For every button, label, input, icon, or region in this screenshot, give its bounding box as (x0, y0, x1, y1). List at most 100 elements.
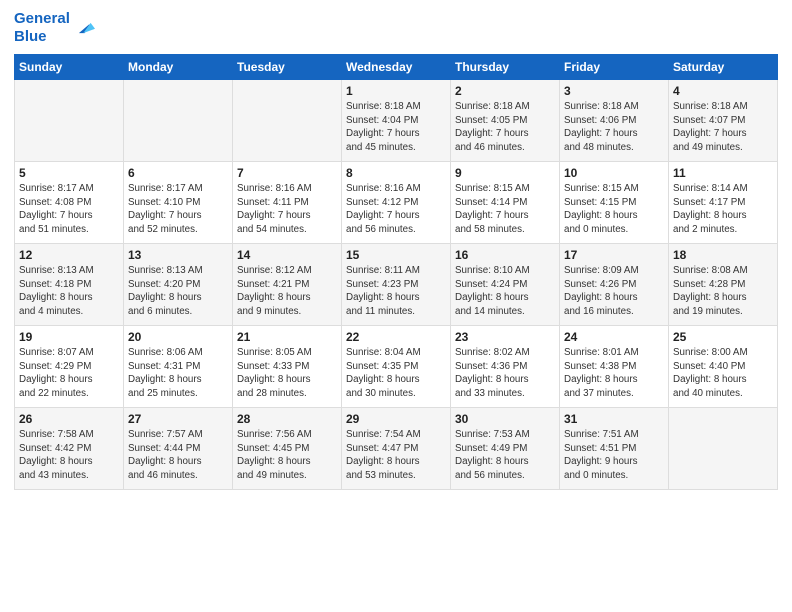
day-info: Sunrise: 8:08 AM Sunset: 4:28 PM Dayligh… (673, 264, 773, 319)
calendar-cell: 1Sunrise: 8:18 AM Sunset: 4:04 PM Daylig… (342, 80, 451, 162)
calendar-cell: 18 Sunrise: 8:08 AM Sunset: 4:28 PM Dayli… (669, 244, 778, 326)
calendar-cell: 27 Sunrise: 7:57 AM Sunset: 4:44 PM Dayli… (124, 408, 233, 490)
day-info: Sunrise: 8:13 AM Sunset: 4:18 PM Dayligh… (19, 264, 119, 319)
day-number: 7 (237, 166, 337, 180)
calendar-table: SundayMondayTuesdayWednesdayThursdayFrid… (14, 54, 778, 490)
day-info: Sunrise: 8:17 AM Sunset: 4:08 PM Dayligh… (19, 182, 119, 237)
calendar-cell (15, 80, 124, 162)
day-header-tuesday: Tuesday (233, 55, 342, 80)
day-info: Sunrise: 8:14 AM Sunset: 4:17 PM Dayligh… (673, 182, 773, 237)
day-number: 20 (128, 330, 228, 344)
day-number: 15 (346, 248, 446, 262)
day-info: Sunrise: 8:06 AM Sunset: 4:31 PM Dayligh… (128, 346, 228, 401)
day-number: 3 (564, 84, 664, 98)
day-info: Sunrise: 8:10 AM Sunset: 4:24 PM Dayligh… (455, 264, 555, 319)
day-number: 5 (19, 166, 119, 180)
day-number: 23 (455, 330, 555, 344)
day-number: 14 (237, 248, 337, 262)
day-number: 11 (673, 166, 773, 180)
calendar-cell: 2 Sunrise: 8:18 AM Sunset: 4:05 PM Daylig… (451, 80, 560, 162)
day-header-sunday: Sunday (15, 55, 124, 80)
day-info: Sunrise: 8:09 AM Sunset: 4:26 PM Dayligh… (564, 264, 664, 319)
calendar-cell: 30 Sunrise: 7:53 AM Sunset: 4:49 PM Dayli… (451, 408, 560, 490)
calendar-cell: 31 Sunrise: 7:51 AM Sunset: 4:51 PM Dayli… (560, 408, 669, 490)
day-info: Sunrise: 8:18 AM Sunset: 4:06 PM Dayligh… (564, 100, 664, 155)
calendar-cell: 22 Sunrise: 8:04 AM Sunset: 4:35 PM Dayli… (342, 326, 451, 408)
day-number: 6 (128, 166, 228, 180)
day-info: Sunrise: 8:07 AM Sunset: 4:29 PM Dayligh… (19, 346, 119, 401)
day-header-monday: Monday (124, 55, 233, 80)
day-info: Sunrise: 8:01 AM Sunset: 4:38 PM Dayligh… (564, 346, 664, 401)
day-info: Sunrise: 8:04 AM Sunset: 4:35 PM Dayligh… (346, 346, 446, 401)
calendar-cell: 17 Sunrise: 8:09 AM Sunset: 4:26 PM Dayli… (560, 244, 669, 326)
day-info: Sunrise: 8:18 AM Sunset: 4:05 PM Dayligh… (455, 100, 555, 155)
calendar-cell (124, 80, 233, 162)
day-number: 26 (19, 412, 119, 426)
calendar-week-row: 12 Sunrise: 8:13 AM Sunset: 4:18 PM Dayli… (15, 244, 778, 326)
day-number: 27 (128, 412, 228, 426)
page: GeneralBlue SundayMondayTuesdayWednesday… (0, 0, 792, 500)
day-info: Sunrise: 8:16 AM Sunset: 4:12 PM Dayligh… (346, 182, 446, 237)
calendar-cell: 3 Sunrise: 8:18 AM Sunset: 4:06 PM Daylig… (560, 80, 669, 162)
calendar-cell: 21 Sunrise: 8:05 AM Sunset: 4:33 PM Dayli… (233, 326, 342, 408)
calendar-week-row: 1Sunrise: 8:18 AM Sunset: 4:04 PM Daylig… (15, 80, 778, 162)
calendar-cell: 12 Sunrise: 8:13 AM Sunset: 4:18 PM Dayli… (15, 244, 124, 326)
day-header-saturday: Saturday (669, 55, 778, 80)
calendar-cell: 11 Sunrise: 8:14 AM Sunset: 4:17 PM Dayli… (669, 162, 778, 244)
day-header-thursday: Thursday (451, 55, 560, 80)
day-info: Sunrise: 7:58 AM Sunset: 4:42 PM Dayligh… (19, 428, 119, 483)
calendar-cell: 15Sunrise: 8:11 AM Sunset: 4:23 PM Dayli… (342, 244, 451, 326)
logo: GeneralBlue (14, 10, 95, 46)
calendar-cell: 20 Sunrise: 8:06 AM Sunset: 4:31 PM Dayli… (124, 326, 233, 408)
day-number: 10 (564, 166, 664, 180)
day-number: 22 (346, 330, 446, 344)
day-info: Sunrise: 8:15 AM Sunset: 4:15 PM Dayligh… (564, 182, 664, 237)
calendar-cell: 25Sunrise: 8:00 AM Sunset: 4:40 PM Dayli… (669, 326, 778, 408)
day-info: Sunrise: 8:15 AM Sunset: 4:14 PM Dayligh… (455, 182, 555, 237)
day-number: 16 (455, 248, 555, 262)
day-info: Sunrise: 8:18 AM Sunset: 4:07 PM Dayligh… (673, 100, 773, 155)
day-number: 30 (455, 412, 555, 426)
day-header-wednesday: Wednesday (342, 55, 451, 80)
calendar-cell: 26 Sunrise: 7:58 AM Sunset: 4:42 PM Dayli… (15, 408, 124, 490)
calendar-cell: 10 Sunrise: 8:15 AM Sunset: 4:15 PM Dayli… (560, 162, 669, 244)
calendar-cell: 5 Sunrise: 8:17 AM Sunset: 4:08 PM Daylig… (15, 162, 124, 244)
day-number: 25 (673, 330, 773, 344)
calendar-cell: 23 Sunrise: 8:02 AM Sunset: 4:36 PM Dayli… (451, 326, 560, 408)
day-number: 17 (564, 248, 664, 262)
calendar-header-row: SundayMondayTuesdayWednesdayThursdayFrid… (15, 55, 778, 80)
day-number: 12 (19, 248, 119, 262)
day-header-friday: Friday (560, 55, 669, 80)
day-number: 18 (673, 248, 773, 262)
day-number: 2 (455, 84, 555, 98)
calendar-cell: 4Sunrise: 8:18 AM Sunset: 4:07 PM Daylig… (669, 80, 778, 162)
logo-icon (73, 17, 95, 39)
calendar-cell: 9 Sunrise: 8:15 AM Sunset: 4:14 PM Daylig… (451, 162, 560, 244)
day-info: Sunrise: 7:51 AM Sunset: 4:51 PM Dayligh… (564, 428, 664, 483)
day-number: 9 (455, 166, 555, 180)
calendar-cell: 13 Sunrise: 8:13 AM Sunset: 4:20 PM Dayli… (124, 244, 233, 326)
calendar-cell: 7 Sunrise: 8:16 AM Sunset: 4:11 PM Daylig… (233, 162, 342, 244)
day-number: 13 (128, 248, 228, 262)
day-number: 29 (346, 412, 446, 426)
day-info: Sunrise: 8:12 AM Sunset: 4:21 PM Dayligh… (237, 264, 337, 319)
day-info: Sunrise: 7:54 AM Sunset: 4:47 PM Dayligh… (346, 428, 446, 483)
day-number: 19 (19, 330, 119, 344)
day-info: Sunrise: 7:57 AM Sunset: 4:44 PM Dayligh… (128, 428, 228, 483)
calendar-cell: 29 Sunrise: 7:54 AM Sunset: 4:47 PM Dayli… (342, 408, 451, 490)
day-info: Sunrise: 8:13 AM Sunset: 4:20 PM Dayligh… (128, 264, 228, 319)
calendar-week-row: 19 Sunrise: 8:07 AM Sunset: 4:29 PM Dayli… (15, 326, 778, 408)
calendar-cell: 24Sunrise: 8:01 AM Sunset: 4:38 PM Dayli… (560, 326, 669, 408)
day-number: 28 (237, 412, 337, 426)
calendar-cell: 14 Sunrise: 8:12 AM Sunset: 4:21 PM Dayli… (233, 244, 342, 326)
day-info: Sunrise: 8:16 AM Sunset: 4:11 PM Dayligh… (237, 182, 337, 237)
day-info: Sunrise: 8:02 AM Sunset: 4:36 PM Dayligh… (455, 346, 555, 401)
day-info: Sunrise: 7:56 AM Sunset: 4:45 PM Dayligh… (237, 428, 337, 483)
day-info: Sunrise: 7:53 AM Sunset: 4:49 PM Dayligh… (455, 428, 555, 483)
calendar-cell: 8Sunrise: 8:16 AM Sunset: 4:12 PM Daylig… (342, 162, 451, 244)
day-info: Sunrise: 8:05 AM Sunset: 4:33 PM Dayligh… (237, 346, 337, 401)
day-number: 31 (564, 412, 664, 426)
day-number: 21 (237, 330, 337, 344)
calendar-week-row: 5 Sunrise: 8:17 AM Sunset: 4:08 PM Daylig… (15, 162, 778, 244)
day-info: Sunrise: 8:18 AM Sunset: 4:04 PM Dayligh… (346, 100, 446, 155)
